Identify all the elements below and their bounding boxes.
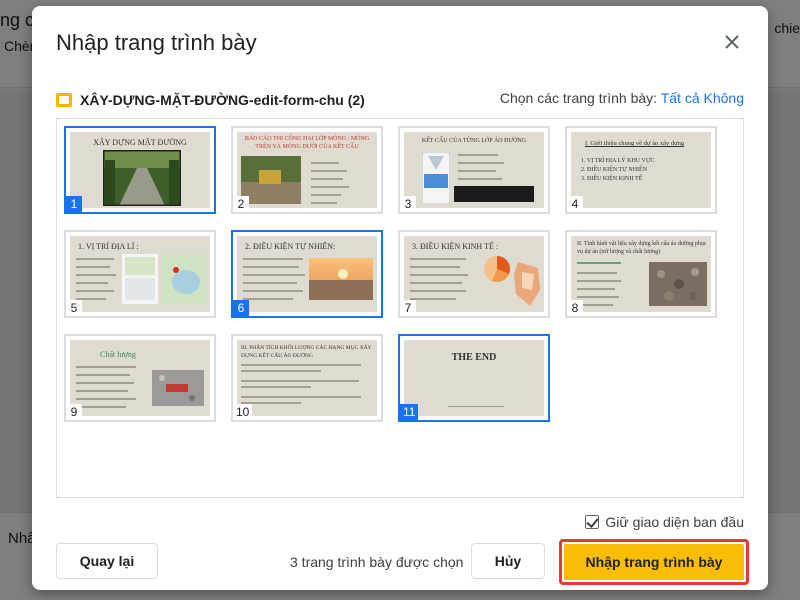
slide-number: 3	[400, 196, 416, 212]
import-button-highlight: Nhập trang trình bày	[559, 539, 749, 585]
slide-number: 10	[233, 404, 253, 420]
slide-preview: XÂY DỰNG MẶT ĐƯỜNG	[70, 132, 210, 208]
slide-number: 5	[66, 300, 82, 316]
slide-preview: 2. ĐIỀU KIỆN TỰ NHIÊN:	[237, 236, 377, 312]
slide-thumbnail-3[interactable]: KẾT CẤU CỦA TỪNG LỚP ÁO ĐƯỜNG 3	[398, 126, 550, 214]
import-slides-button[interactable]: Nhập trang trình bày	[564, 544, 744, 580]
slide-preview: THE END	[404, 340, 544, 416]
keep-theme-checkbox[interactable]	[585, 515, 600, 529]
construction-photo	[241, 156, 301, 204]
selected-count: 3 trang trình bày được chọn	[290, 554, 464, 570]
slide-preview: BÁO CÁO THI CÔNG HAI LỚP MÓNG : MÓNG TRÊ…	[237, 132, 377, 208]
slide-thumbnail-8[interactable]: II. Tình hình vật liệu xây dựng kết cấu …	[565, 230, 717, 318]
slide-preview: Chất lượng	[70, 340, 210, 416]
slide-preview: I. Giới thiệu chung về dự án xây dựng 1.…	[571, 132, 711, 208]
slide-thumbnail-4[interactable]: I. Giới thiệu chung về dự án xây dựng 1.…	[565, 126, 717, 214]
dialog-title: Nhập trang trình bày	[56, 30, 257, 55]
select-label: Chọn các trang trình bày:	[499, 90, 658, 106]
region-map-image	[514, 262, 540, 306]
slide-thumbnail-6[interactable]: 2. ĐIỀU KIỆN TỰ NHIÊN: 6	[231, 230, 383, 318]
slide-thumbnail-10[interactable]: III. PHÂN TÍCH KHỐI LƯỢNG CÁC HẠNG MỤC X…	[231, 334, 383, 422]
pie-chart-image	[484, 256, 510, 282]
slide-title: Chất lượng	[100, 350, 136, 359]
slide-thumbnail-2[interactable]: BÁO CÁO THI CÔNG HAI LỚP MÓNG : MÓNG TRÊ…	[231, 126, 383, 214]
slide-thumbnail-5[interactable]: 1. VỊ TRÍ ĐỊA LÍ : 5	[64, 230, 216, 318]
slide-title: THE END	[451, 352, 497, 363]
slide-thumbnail-9[interactable]: Chất lượng 9	[64, 334, 216, 422]
layers-table	[454, 186, 534, 202]
slide-number: 7	[400, 300, 416, 316]
slide-bullet: 2. ĐIỀU KIỆN TỰ NHIÊN	[581, 167, 648, 173]
select-none-link[interactable]: Không	[704, 90, 744, 106]
file-name: XÂY-DỰNG-MẶT-ĐƯỜNG-edit-form-chu (2)	[80, 92, 365, 108]
slide-bullet: 1. VỊ TRÍ ĐỊA LÝ KHU VỰC	[581, 158, 655, 164]
slide-number: 8	[567, 300, 583, 316]
slide-title: BÁO CÁO THI CÔNG HAI LỚP MÓNG : MÓNG TRÊ…	[244, 136, 370, 150]
slide-thumbnail-grid: XÂY DỰNG MẶT ĐƯỜNG 1 BÁO CÁO THI CÔNG HA…	[56, 118, 744, 498]
slide-number: 4	[567, 196, 583, 212]
map-image	[122, 254, 158, 304]
slide-title: III. PHÂN TÍCH KHỐI LƯỢNG CÁC HẠNG MỤC X…	[241, 345, 372, 359]
keep-theme-option[interactable]: Giữ giao diện ban đầu	[585, 514, 744, 530]
select-slides-controls: Chọn các trang trình bày: Tất cả Không	[500, 90, 744, 106]
slide-title: XÂY DỰNG MẶT ĐƯỜNG	[93, 138, 187, 147]
slide-bullet: 3. ĐIỀU KIỆN KINH TẾ	[581, 176, 643, 182]
slide-thumbnail-11[interactable]: THE END 11	[398, 334, 550, 422]
slide-number: 1	[66, 196, 82, 212]
file-info: XÂY-DỰNG-MẶT-ĐƯỜNG-edit-form-chu (2)	[56, 90, 365, 110]
slide-thumbnail-7[interactable]: 3. ĐIỀU KIỆN KINH TẾ : 7	[398, 230, 550, 318]
slide-title: KẾT CẤU CỦA TỪNG LỚP ÁO ĐƯỜNG	[421, 138, 527, 144]
cancel-button[interactable]: Hủy	[471, 543, 545, 579]
slide-title: 3. ĐIỀU KIỆN KINH TẾ :	[412, 242, 499, 251]
close-icon	[725, 35, 739, 49]
slide-preview: 1. VỊ TRÍ ĐỊA LÍ :	[70, 236, 210, 312]
map-image	[162, 254, 206, 304]
slide-thumbnail-1[interactable]: XÂY DỰNG MẶT ĐƯỜNG 1	[64, 126, 216, 214]
road-layers-figure	[422, 152, 450, 204]
road-photo	[103, 150, 181, 206]
asphalt-sample-photo	[152, 370, 204, 406]
import-slides-dialog: Nhập trang trình bày XÂY-DỰNG-MẶT-ĐƯỜNG-…	[32, 6, 768, 590]
slide-preview: II. Tình hình vật liệu xây dựng kết cấu …	[571, 236, 711, 312]
gravel-photo	[649, 262, 707, 306]
select-all-link[interactable]: Tất cả	[661, 90, 700, 106]
keep-theme-label: Giữ giao diện ban đầu	[605, 514, 744, 530]
slide-title: I. Giới thiệu chung về dự án xây dựng	[585, 140, 685, 147]
slide-preview: KẾT CẤU CỦA TỪNG LỚP ÁO ĐƯỜNG	[404, 132, 544, 208]
slides-file-icon	[56, 93, 72, 107]
slide-number: 9	[66, 404, 82, 420]
slide-title: 2. ĐIỀU KIỆN TỰ NHIÊN:	[245, 242, 336, 251]
slide-preview: III. PHÂN TÍCH KHỐI LƯỢNG CÁC HẠNG MỤC X…	[237, 340, 377, 416]
slide-number: 2	[233, 196, 249, 212]
slide-title: II. Tình hình vật liệu xây dựng kết cấu …	[577, 241, 707, 255]
city-sunset-photo	[309, 258, 373, 300]
slide-title: 1. VỊ TRÍ ĐỊA LÍ :	[78, 242, 139, 251]
slide-number: 11	[400, 404, 419, 420]
slide-number: 6	[233, 300, 249, 316]
close-button[interactable]	[722, 32, 742, 52]
slide-preview: 3. ĐIỀU KIỆN KINH TẾ :	[404, 236, 544, 312]
back-button[interactable]: Quay lại	[56, 543, 158, 579]
